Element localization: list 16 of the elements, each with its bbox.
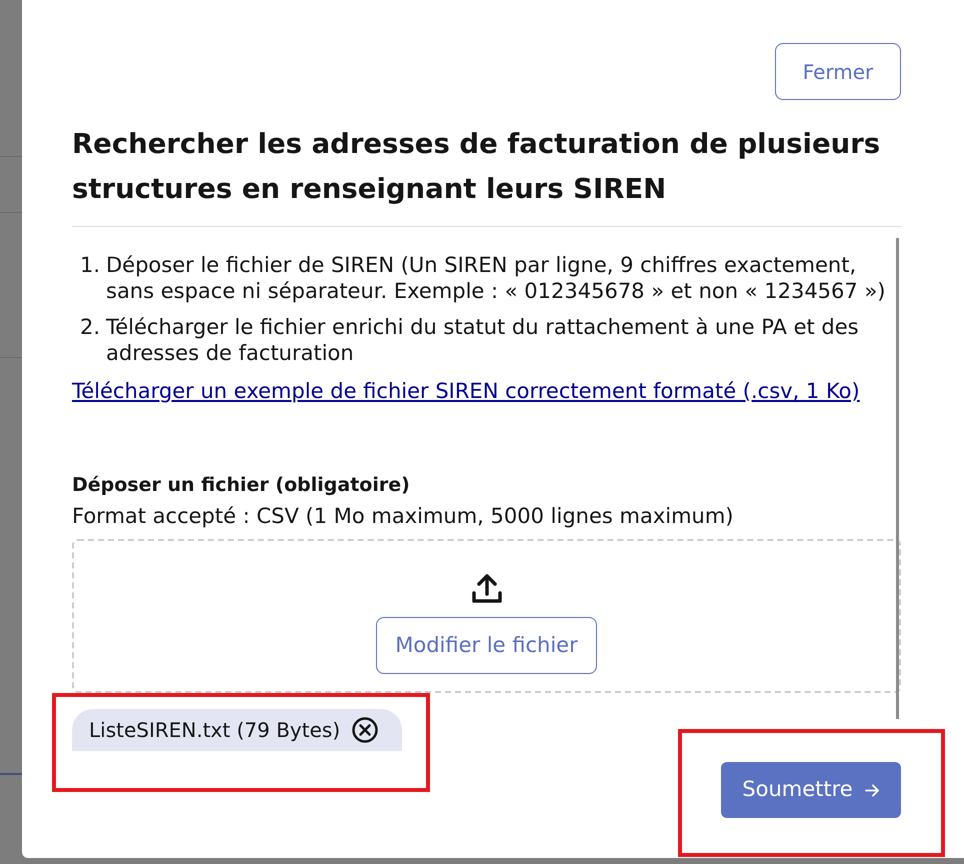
download-link[interactable]: Télécharger un exemple de fichier SIREN correctement formaté (.csv, 1 Ko) [72,378,860,404]
upload-hint: Format accepté : CSV (1 Mo maximum, 5000 lignes maximum) [72,503,734,530]
upload-icon [470,573,504,605]
arrow-right-icon [864,784,880,796]
upload-label: Déposer un fichier (obligatoire) [72,473,410,498]
step-number: 1. [79,252,102,279]
change-file-button[interactable]: Modifier le fichier [376,617,597,674]
step-text: Télécharger le fichier enrichi du statut du rattachement à une PA et des adresses de facturation [106,314,860,366]
file-name: ListeSIREN.txt (79 Bytes) [89,717,340,744]
submit-button[interactable]: Soumettre [721,762,901,818]
step-text: Déposer le fichier de SIREN (Un SIREN par ligne, 9 chiffres exactement, sans espace ni séparateur. Exemple : « 012345678 » et non « 1234567 ») [106,252,886,304]
step-number: 2. [79,314,102,341]
close-button[interactable]: Fermer [775,43,901,100]
dialog-title: Rechercher les adresses de facturation de plusieurs structures en renseignant leurs SIREN [72,127,882,207]
remove-icon[interactable] [352,717,378,743]
scrollbar[interactable] [896,238,899,719]
